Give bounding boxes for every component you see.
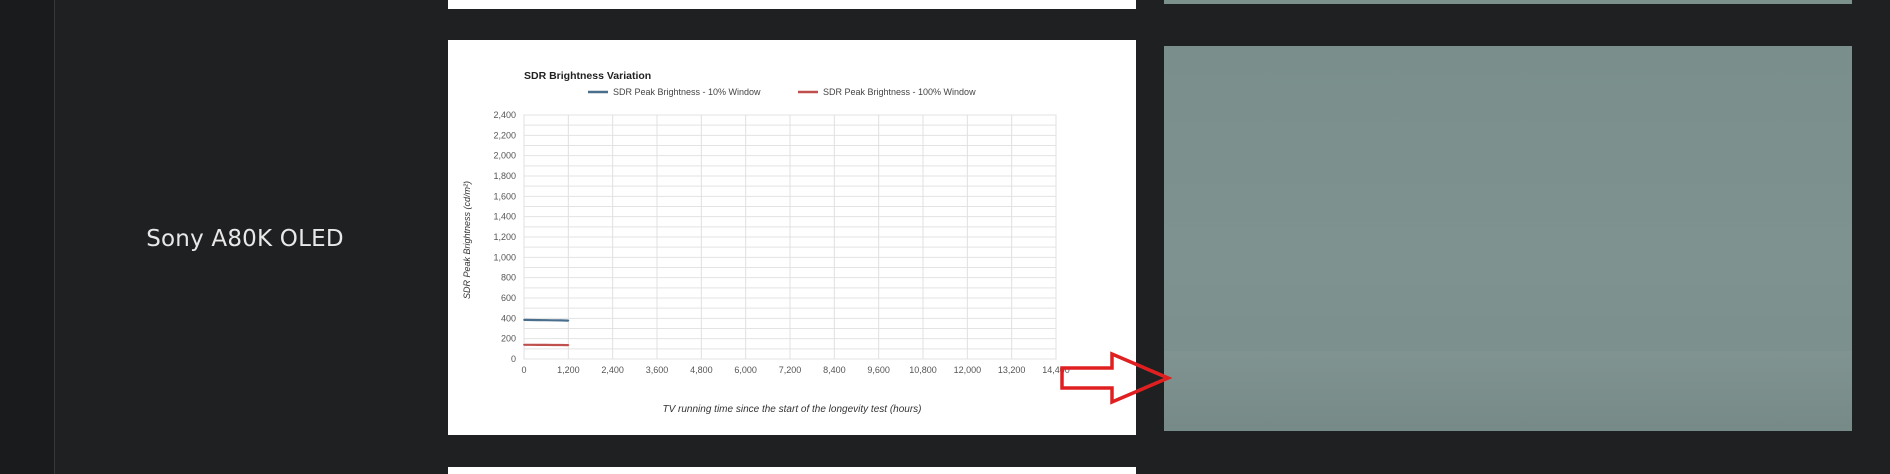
data-point: [552, 344, 555, 346]
chart-title: SDR Brightness Variation: [524, 70, 651, 82]
x-tick-label: 1,200: [557, 365, 580, 375]
data-point: [560, 319, 562, 322]
next-chart-image: [448, 467, 1136, 474]
y-tick-label: 2,000: [493, 151, 516, 161]
y-tick-label: 2,400: [493, 110, 516, 120]
tv-screen-photo: [1164, 46, 1852, 431]
y-axis-ticks: 0 200 400 600 800 1,000 1,200 1,400 1,600 1,800 2,…: [493, 110, 516, 364]
x-tick-label: 13,200: [998, 365, 1026, 375]
y-tick-label: 600: [501, 293, 516, 303]
x-tick-label: 10,800: [909, 365, 937, 375]
y-tick-label: 1,200: [493, 232, 516, 242]
x-axis-label: TV running time since the start of the l…: [662, 404, 921, 415]
product-name: Sony A80K OLED: [146, 226, 344, 252]
y-tick-label: 400: [501, 313, 516, 323]
brightness-chart: SDR Brightness Variation SDR Peak Bright…: [462, 70, 1070, 415]
legend-label: SDR Peak Brightness - 10% Window: [613, 87, 761, 97]
left-gutter: [0, 0, 54, 474]
chart-image: SDR Brightness Variation SDR Peak Bright…: [448, 40, 1136, 435]
data-point: [530, 343, 533, 346]
x-tick-label: 0: [521, 365, 526, 375]
chart-legend: SDR Peak Brightness - 10% Window SDR Peak…: [588, 87, 976, 97]
x-tick-label: 4,800: [690, 365, 713, 375]
x-tick-label: 12,000: [954, 365, 982, 375]
y-tick-label: 800: [501, 273, 516, 283]
data-point: [537, 319, 540, 321]
y-tick-label: 2,200: [493, 130, 516, 140]
chart-series: [523, 318, 570, 347]
data-point: [545, 343, 548, 346]
x-tick-label: 9,600: [867, 365, 890, 375]
y-axis-label: SDR Peak Brightness (cd/m²): [462, 181, 472, 299]
y-tick-label: 1,000: [493, 252, 516, 262]
y-tick-label: 1,400: [493, 212, 516, 222]
x-tick-label: 6,000: [734, 365, 757, 375]
y-tick-label: 0: [511, 354, 516, 364]
x-tick-label: 7,200: [779, 365, 802, 375]
previous-photo: [1164, 0, 1852, 4]
x-tick-label: 3,600: [646, 365, 669, 375]
data-point: [537, 343, 540, 346]
x-tick-label: 2,400: [601, 365, 624, 375]
data-point: [552, 319, 555, 322]
x-axis-ticks: 0 1,200 2,400 3,600 4,800 6,000 7,200 8,400 9,60…: [521, 115, 1070, 375]
photo-lower-band: [1164, 351, 1852, 431]
data-point: [523, 343, 525, 346]
data-point: [567, 344, 570, 346]
x-tick-label: 8,400: [823, 365, 846, 375]
data-point: [545, 319, 548, 322]
y-tick-label: 1,800: [493, 171, 516, 181]
data-point: [523, 318, 525, 321]
y-tick-label: 1,600: [493, 191, 516, 201]
previous-chart-image: [448, 0, 1136, 9]
comparison-table: Sony A80K OLED SDR Brightness Variation …: [0, 0, 1890, 474]
data-point: [567, 319, 570, 322]
data-point: [560, 344, 562, 346]
legend-label: SDR Peak Brightness - 100% Window: [823, 87, 976, 97]
product-name-cell: Sony A80K OLED: [55, 25, 435, 453]
y-tick-label: 200: [501, 334, 516, 344]
right-arrow-icon: [1060, 351, 1172, 405]
data-point: [530, 319, 533, 321]
